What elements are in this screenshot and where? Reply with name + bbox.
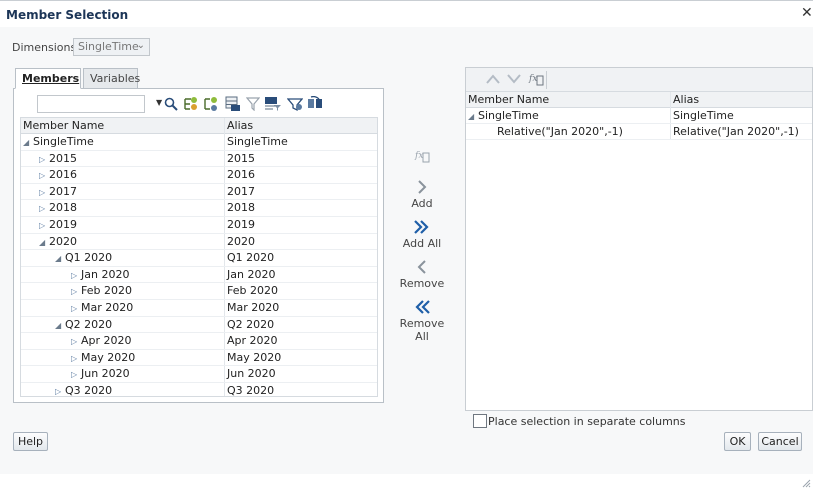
collapse-triangle-icon[interactable]: ◢	[55, 253, 65, 265]
separate-columns-label: Place selection in separate columns	[488, 415, 686, 428]
selection-row[interactable]: ◢ SingleTime SingleTime	[466, 108, 812, 124]
dialog-title: Member Selection	[6, 8, 129, 22]
column-header-alias[interactable]: Alias	[673, 94, 699, 106]
select-descendants-icon[interactable]	[182, 95, 200, 113]
expand-triangle-icon[interactable]: ▷	[39, 170, 49, 182]
tree-row[interactable]: ◢ SingleTime SingleTime	[21, 134, 377, 151]
select-children-icon[interactable]	[202, 95, 220, 113]
tree-row[interactable]: ▷ 2018 2018	[21, 200, 377, 217]
selection-grid-header: Member Name Alias	[466, 92, 812, 108]
dimensions-selected-value: SingleTime	[78, 40, 139, 53]
ok-button[interactable]: OK	[724, 432, 751, 451]
tree-row[interactable]: ◢ Q2 2020 Q2 2020	[21, 317, 377, 334]
search-input[interactable]	[37, 95, 145, 113]
move-up-icon[interactable]	[486, 73, 500, 88]
help-button[interactable]: Help	[13, 432, 48, 451]
column-header-alias[interactable]: Alias	[227, 120, 253, 132]
close-icon[interactable]: ✕	[801, 6, 813, 20]
tab-members[interactable]: Members	[15, 68, 81, 89]
filter-icon[interactable]	[244, 95, 262, 113]
tree-row[interactable]: ◢ Q1 2020 Q1 2020	[21, 250, 377, 267]
refresh-icon[interactable]	[306, 95, 324, 113]
svg-text:fx: fx	[414, 151, 423, 161]
double-chevron-left-icon	[392, 299, 452, 315]
svg-text:fx: fx	[528, 74, 537, 84]
tree-row[interactable]: ◢ 2020 2020	[21, 234, 377, 251]
tree-row[interactable]: ▷ May 2020 May 2020	[21, 350, 377, 367]
expand-triangle-icon[interactable]: ▷	[55, 386, 65, 396]
expand-triangle-icon[interactable]: ▷	[71, 353, 81, 365]
expand-triangle-icon[interactable]: ▷	[39, 203, 49, 215]
tab-variables[interactable]: Variables	[83, 68, 140, 89]
expand-triangle-icon[interactable]: ▷	[39, 220, 49, 232]
search-icon[interactable]	[162, 95, 180, 113]
function-selector-button[interactable]: fx	[392, 148, 452, 166]
members-grid: Member Name Alias ◢ SingleTime SingleTime…	[20, 117, 378, 397]
tree-row[interactable]: ▷ Jun 2020 Jun 2020	[21, 366, 377, 383]
expand-triangle-icon[interactable]: ▷	[71, 270, 81, 282]
expand-triangle-icon[interactable]: ▷	[39, 154, 49, 166]
xyz-grid-icon[interactable]	[224, 95, 242, 113]
expand-triangle-icon[interactable]: ▷	[71, 336, 81, 348]
tree-row[interactable]: ▷ Mar 2020 Mar 2020	[21, 300, 377, 317]
dimensions-label: Dimensions	[12, 41, 77, 54]
expand-triangle-icon[interactable]: ▷	[39, 187, 49, 199]
toolbar-separator	[546, 71, 547, 89]
selection-row[interactable]: Relative("Jan 2020",-1) Relative("Jan 20…	[466, 124, 812, 140]
members-grid-header: Member Name Alias	[21, 118, 377, 134]
expand-triangle-icon[interactable]: ▷	[71, 369, 81, 381]
tree-row[interactable]: ▷ Apr 2020 Apr 2020	[21, 333, 377, 350]
dimensions-select[interactable]: SingleTime ⌄	[73, 38, 150, 56]
top-border	[0, 0, 813, 1]
expand-triangle-icon[interactable]: ▷	[71, 286, 81, 298]
xyz-filter-icon[interactable]	[264, 95, 282, 113]
add-all-button[interactable]: Add All	[392, 219, 452, 250]
chevron-left-icon	[392, 259, 452, 275]
resize-grip-icon[interactable]	[802, 478, 811, 488]
double-chevron-right-icon	[392, 219, 452, 235]
members-panel: ▼ Member Name Alias ◢ SingleTime SingleT…	[13, 88, 384, 403]
remove-all-button[interactable]: Remove All	[392, 299, 452, 343]
selection-panel: fx Member Name Alias ◢ SingleTime SingleT…	[465, 67, 813, 411]
advanced-filter-icon[interactable]	[286, 95, 304, 113]
function-icon: fx	[392, 148, 452, 164]
tree-row[interactable]: ▷ Jan 2020 Jan 2020	[21, 267, 377, 284]
members-toolbar: ▼	[20, 92, 378, 117]
tree-row[interactable]: ▷ 2016 2016	[21, 167, 377, 184]
cancel-button[interactable]: Cancel	[758, 432, 802, 451]
collapse-triangle-icon[interactable]: ◢	[468, 111, 478, 123]
separate-columns-checkbox[interactable]	[473, 414, 487, 428]
add-button[interactable]: Add	[392, 179, 452, 210]
expand-triangle-icon[interactable]: ▷	[71, 303, 81, 315]
move-down-icon[interactable]	[507, 73, 521, 88]
chevron-right-icon	[392, 179, 452, 195]
collapse-triangle-icon[interactable]: ◢	[55, 320, 65, 332]
tree-row[interactable]: ▷ Feb 2020 Feb 2020	[21, 283, 377, 300]
collapse-triangle-icon[interactable]: ◢	[23, 137, 33, 149]
column-header-member-name[interactable]: Member Name	[23, 120, 104, 132]
chevron-down-icon: ⌄	[136, 40, 145, 51]
tree-row[interactable]: ▷ Q3 2020 Q3 2020	[21, 383, 377, 397]
tree-row[interactable]: ▷ 2019 2019	[21, 217, 377, 234]
tree-row[interactable]: ▷ 2017 2017	[21, 184, 377, 201]
remove-button[interactable]: Remove	[392, 259, 452, 290]
column-header-member-name[interactable]: Member Name	[468, 94, 549, 106]
function-icon[interactable]: fx	[528, 71, 544, 90]
selection-toolbar: fx	[466, 68, 812, 92]
collapse-triangle-icon[interactable]: ◢	[39, 237, 49, 249]
tree-row[interactable]: ▷ 2015 2015	[21, 151, 377, 168]
